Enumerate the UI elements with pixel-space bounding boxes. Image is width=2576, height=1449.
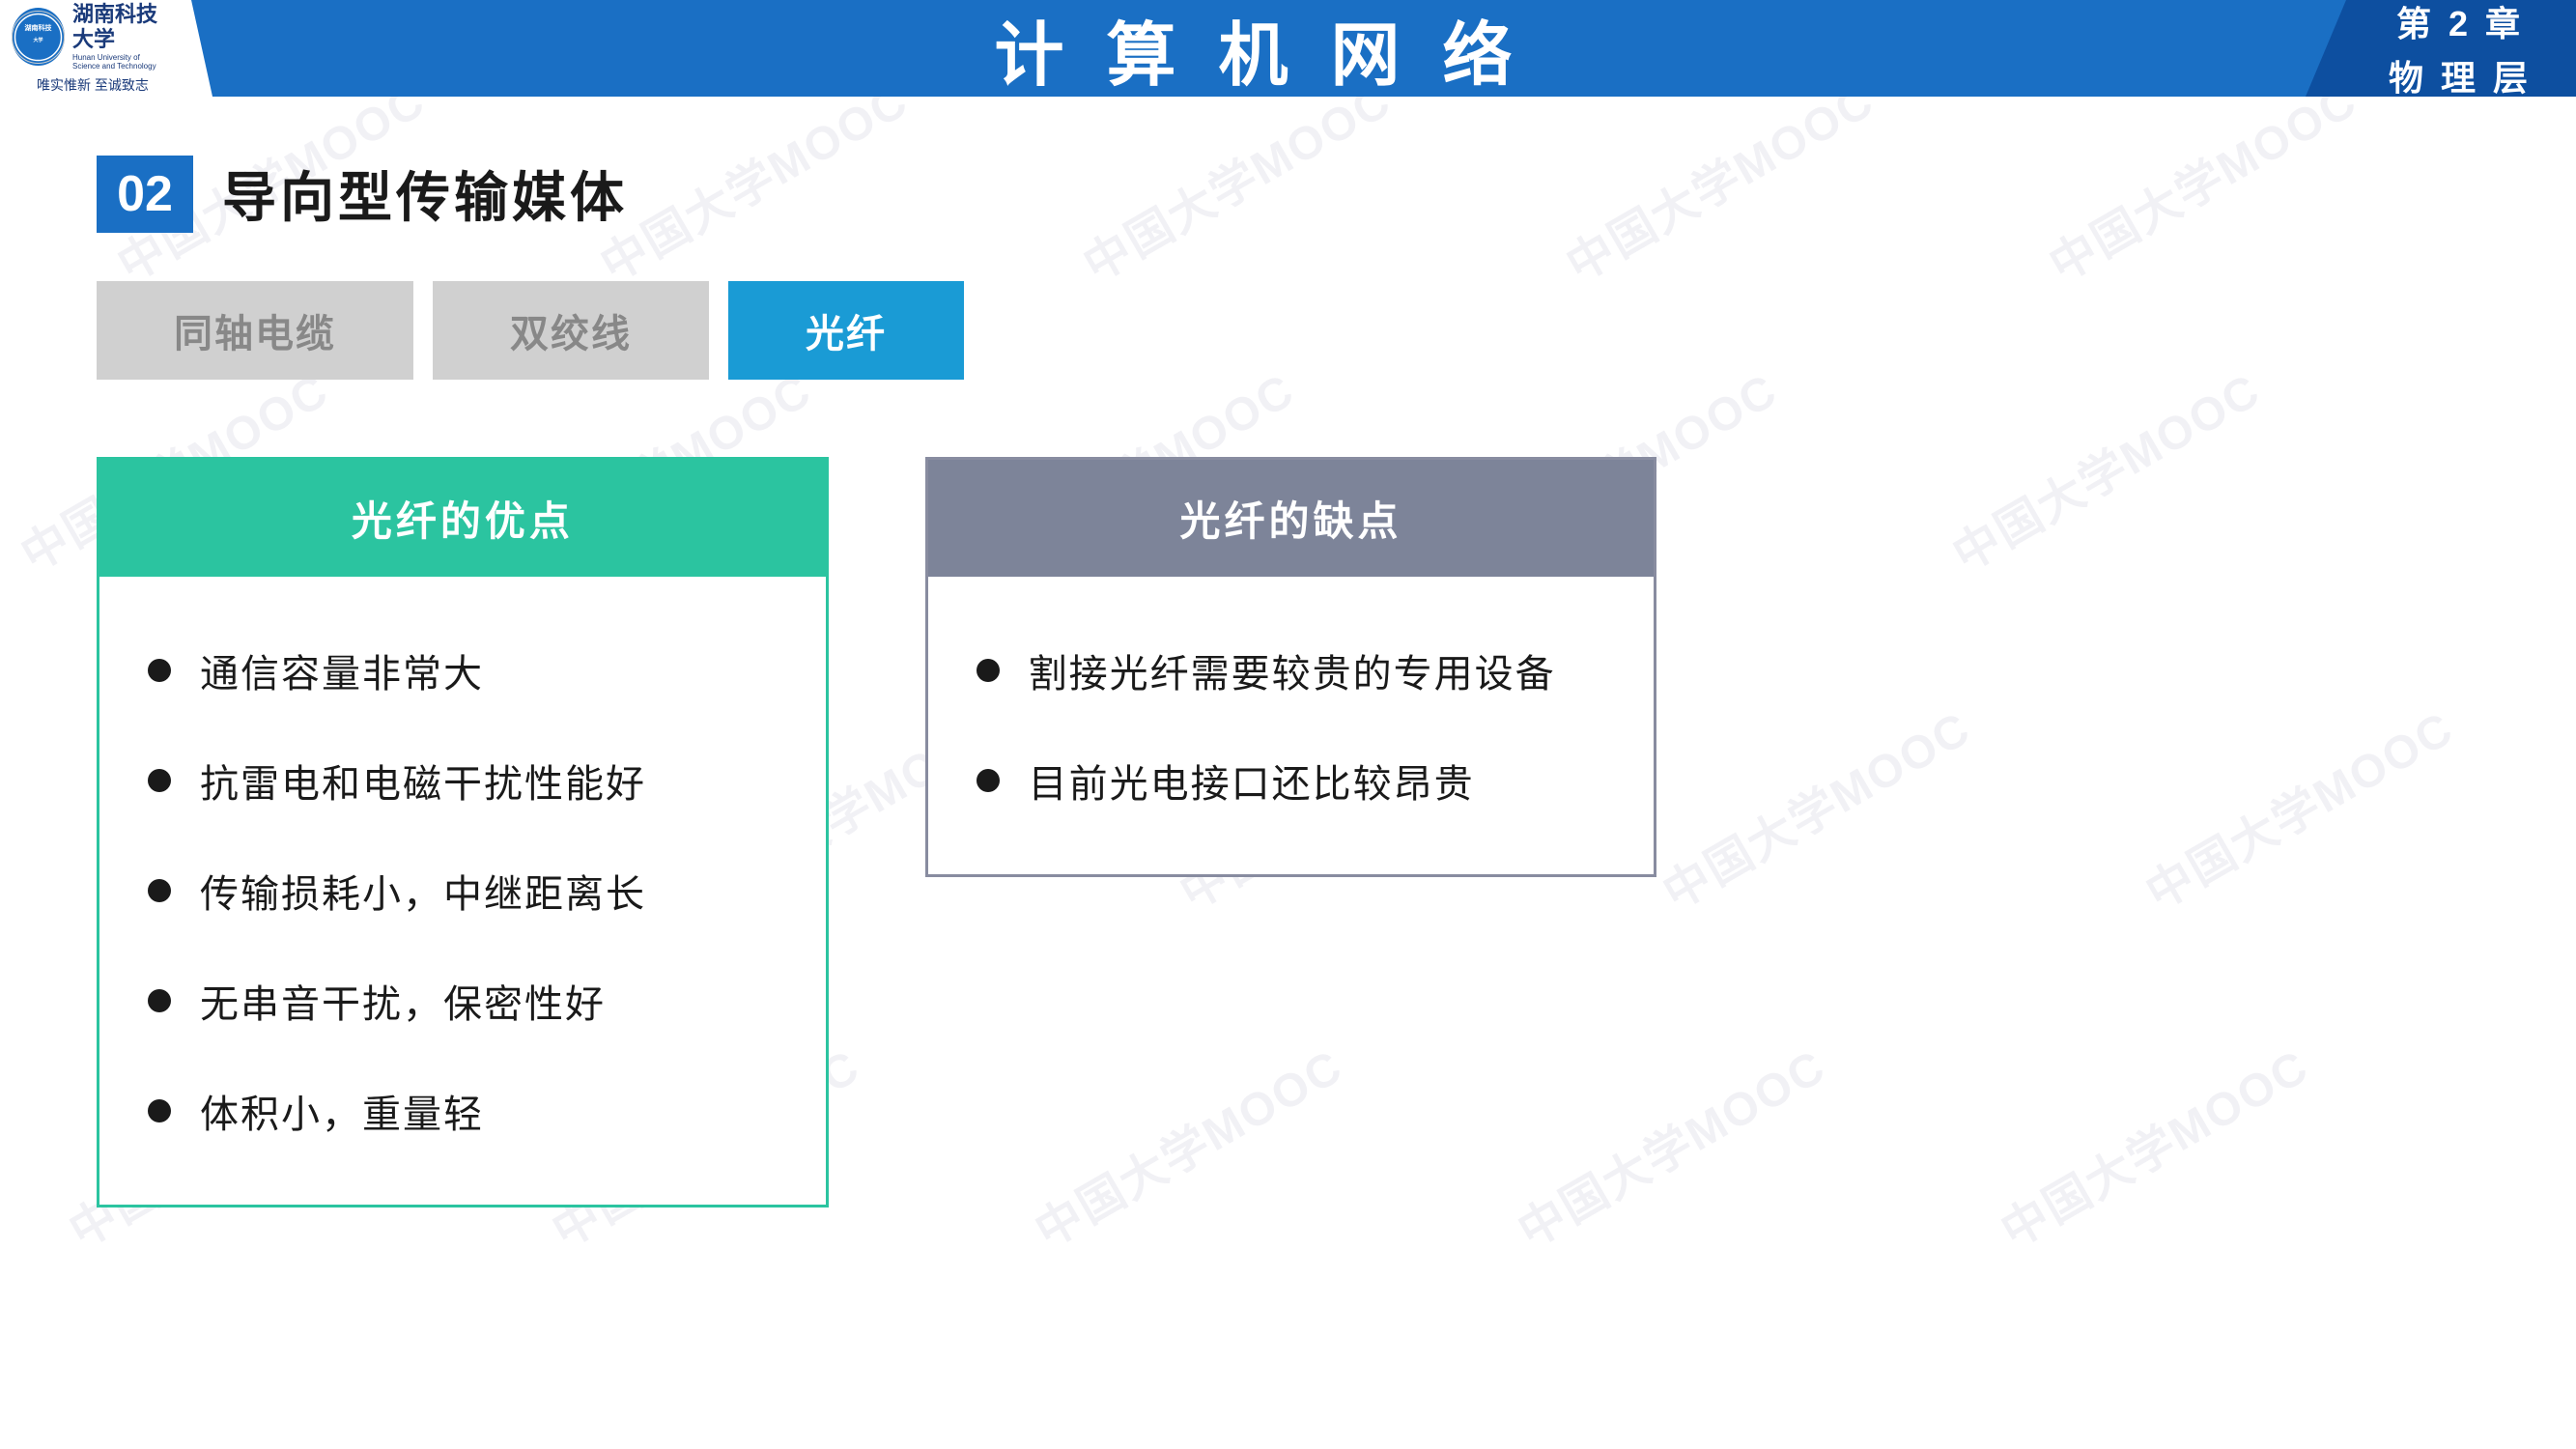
pros-item-2-text: 抗雷电和电磁干扰性能好 [200,753,646,809]
content-columns: 光纤的优点 通信容量非常大 抗雷电和电磁干扰性能好 传输损耗小，中继距离长 无 [97,457,2479,1208]
bullet-icon [148,1099,171,1122]
pros-item-3: 传输损耗小，中继距离长 [148,836,778,946]
chapter-name: 物 理 层 [2389,50,2532,100]
bullet-icon [977,769,1000,792]
tab-twisted-pair[interactable]: 双绞线 [433,281,709,380]
pros-item-4-text: 无串音干扰，保密性好 [200,973,606,1029]
bullet-icon [148,879,171,902]
pros-card-title: 光纤的优点 [352,498,574,544]
section-number: 02 [97,156,193,233]
pros-item-1-text: 通信容量非常大 [200,642,484,698]
cons-item-1: 割接光纤需要较贵的专用设备 [977,615,1606,725]
cons-card-body: 割接光纤需要较贵的专用设备 目前光电接口还比较昂贵 [928,577,1655,874]
section-title: 导向型传输媒体 [222,155,628,233]
pros-card-body: 通信容量非常大 抗雷电和电磁干扰性能好 传输损耗小，中继距离长 无串音干扰，保密… [99,577,826,1205]
logo-motto: 唯实惟新 至诚致志 [37,75,149,95]
page-header: 湖南科技 大学 湖南科技大学 Hunan University ofScienc… [0,0,2576,97]
bullet-icon [148,769,171,792]
tab-bar: 同轴电缆 双绞线 光纤 [97,281,2479,380]
cons-card-header: 光纤的缺点 [928,460,1655,577]
cons-item-2: 目前光电接口还比较昂贵 [977,725,1606,836]
pros-item-2: 抗雷电和电磁干扰性能好 [148,725,778,836]
bullet-icon [148,989,171,1012]
svg-text:湖南科技: 湖南科技 [25,23,53,32]
pros-item-1: 通信容量非常大 [148,615,778,725]
chapter-number: 第 2 章 [2396,0,2524,46]
bullet-icon [148,659,171,682]
svg-text:大学: 大学 [33,37,42,43]
cons-item-1-text: 割接光纤需要较贵的专用设备 [1029,642,1556,698]
tab-coaxial[interactable]: 同轴电缆 [97,281,413,380]
logo-university-name-en: Hunan University ofScience and Technolog… [72,53,174,71]
bullet-icon [977,659,1000,682]
section-header: 02 导向型传输媒体 [97,155,2479,233]
main-content: 02 导向型传输媒体 同轴电缆 双绞线 光纤 光纤的优点 通信容量非常大 抗雷电… [0,97,2576,1265]
pros-item-4: 无串音干扰，保密性好 [148,946,778,1056]
pros-item-3-text: 传输损耗小，中继距离长 [200,863,646,919]
pros-card: 光纤的优点 通信容量非常大 抗雷电和电磁干扰性能好 传输损耗小，中继距离长 无 [97,457,829,1208]
pros-card-header: 光纤的优点 [99,460,826,577]
spacer [1753,457,2479,1208]
university-logo: 湖南科技 大学 湖南科技大学 Hunan University ofScienc… [0,0,212,97]
tab-fiber[interactable]: 光纤 [728,281,964,380]
logo-university-name: 湖南科技大学 [72,2,174,53]
logo-icon: 湖南科技 大学 [12,8,65,66]
chapter-info: 第 2 章 物 理 层 [2306,0,2576,97]
cons-card-title: 光纤的缺点 [1180,498,1402,544]
pros-item-5: 体积小，重量轻 [148,1056,778,1166]
cons-card: 光纤的缺点 割接光纤需要较贵的专用设备 目前光电接口还比较昂贵 [925,457,1657,877]
pros-item-5-text: 体积小，重量轻 [200,1083,484,1139]
page-title: 计 算 机 网 络 [212,0,2306,97]
cons-item-2-text: 目前光电接口还比较昂贵 [1029,753,1475,809]
